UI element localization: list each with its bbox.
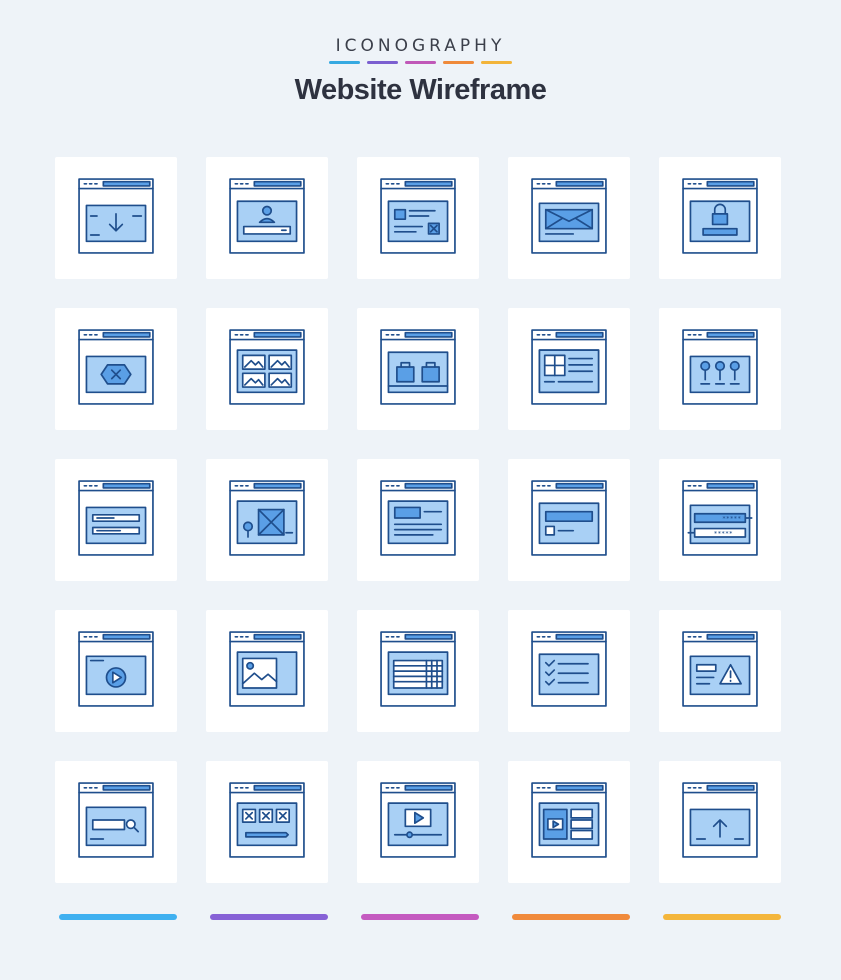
team-page-icon: [682, 328, 758, 410]
icon-tile[interactable]: ***** *****: [659, 459, 781, 581]
user-profile-page-icon: [229, 177, 305, 259]
footer-bar-1: [59, 914, 177, 920]
image-gallery-page-icon: [229, 328, 305, 410]
svg-text:*****: *****: [722, 515, 741, 522]
icon-tile[interactable]: [357, 157, 479, 279]
brand-label: ICONOGRAPHY: [335, 36, 506, 56]
article-page-icon: [380, 479, 456, 561]
checklist-page-icon: [531, 630, 607, 712]
image-article-page-icon: [229, 630, 305, 712]
footer-bar-3: [361, 914, 479, 920]
swatch-3: [405, 61, 436, 64]
login-page-icon: [531, 479, 607, 561]
video-playlist-page-icon: [531, 781, 607, 863]
icon-tile[interactable]: [357, 459, 479, 581]
swatch-4: [443, 61, 474, 64]
footer-bar-2: [210, 914, 328, 920]
error-page-icon: [78, 328, 154, 410]
swatch-2: [367, 61, 398, 64]
page-title: Website Wireframe: [294, 74, 547, 106]
icon-tile[interactable]: [206, 459, 328, 581]
icon-tile[interactable]: [357, 761, 479, 883]
brand-color-swatches: [329, 61, 512, 65]
footer-color-bars: [59, 914, 781, 920]
icon-tile[interactable]: [659, 157, 781, 279]
icon-tile[interactable]: [55, 610, 177, 732]
icon-tile[interactable]: [508, 610, 630, 732]
icon-tile[interactable]: [659, 761, 781, 883]
svg-text:*****: *****: [714, 530, 733, 537]
icon-tile[interactable]: [206, 308, 328, 430]
footer-bar-4: [512, 914, 630, 920]
form-page-icon: [78, 479, 154, 561]
upload-page-icon: [682, 781, 758, 863]
icon-tile[interactable]: [206, 610, 328, 732]
icon-tile[interactable]: [508, 459, 630, 581]
icon-tile[interactable]: [508, 308, 630, 430]
icon-tile[interactable]: [357, 610, 479, 732]
icon-tile[interactable]: [659, 610, 781, 732]
footer-bar-5: [663, 914, 781, 920]
warning-page-icon: [682, 630, 758, 712]
locked-page-icon: [682, 177, 758, 259]
video-timeline-page-icon: [380, 781, 456, 863]
email-page-icon: [531, 177, 607, 259]
shopping-page-icon: [380, 328, 456, 410]
icon-tile[interactable]: [55, 157, 177, 279]
table-page-icon: [380, 630, 456, 712]
download-page-icon: [78, 177, 154, 259]
icon-tile[interactable]: [357, 308, 479, 430]
search-page-icon: [78, 781, 154, 863]
swatch-1: [329, 61, 360, 64]
design-edit-page-icon: [229, 781, 305, 863]
content-layout-page-icon: [380, 177, 456, 259]
icon-tile[interactable]: [206, 761, 328, 883]
icon-tile[interactable]: [55, 761, 177, 883]
icon-tile[interactable]: [508, 157, 630, 279]
icon-tile[interactable]: [659, 308, 781, 430]
video-player-page-icon: [78, 630, 154, 712]
icon-grid: ***** *****: [55, 157, 781, 883]
location-image-page-icon: [229, 479, 305, 561]
dashboard-page-icon: [531, 328, 607, 410]
icon-tile[interactable]: [508, 761, 630, 883]
icon-tile[interactable]: [55, 308, 177, 430]
swatch-5: [481, 61, 512, 64]
password-page-icon: ***** *****: [682, 479, 758, 561]
icon-tile[interactable]: [206, 157, 328, 279]
icon-tile[interactable]: [55, 459, 177, 581]
